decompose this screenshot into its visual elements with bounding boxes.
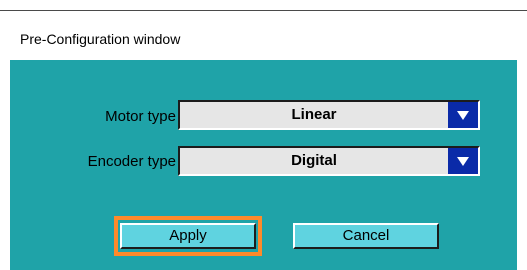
encoder-type-value: Digital: [291, 152, 337, 169]
encoder-type-label: Encoder type: [87, 153, 176, 170]
encoder-type-dropdown[interactable]: Digital: [178, 146, 480, 176]
top-divider: [0, 10, 527, 11]
motor-type-dropdown-button[interactable]: [448, 102, 478, 128]
motor-type-label: Motor type: [105, 108, 176, 125]
apply-button[interactable]: Apply: [120, 223, 256, 249]
motor-type-dropdown[interactable]: Linear: [178, 100, 480, 130]
configuration-panel: Motor type Linear Encoder type Digital A…: [10, 60, 517, 270]
triangle-down-icon: [457, 156, 469, 166]
triangle-down-icon: [457, 110, 469, 120]
encoder-type-dropdown-button[interactable]: [448, 148, 478, 174]
motor-type-value: Linear: [291, 106, 337, 123]
cancel-button[interactable]: Cancel: [293, 223, 439, 249]
window-title: Pre-Configuration window: [20, 31, 181, 47]
